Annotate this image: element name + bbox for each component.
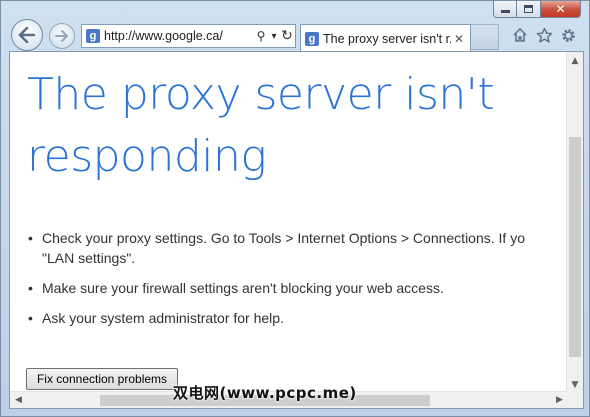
url-text[interactable]: http://www.google.ca/ [104, 29, 253, 43]
vertical-scrollbar[interactable]: ▲ ▼ [566, 52, 583, 393]
address-bar[interactable]: g http://www.google.ca/ ⚲ ▾ ↻ [81, 24, 296, 48]
tab-title: The proxy server isn't r... [323, 31, 451, 46]
bullet-text: Make sure your firewall settings aren't … [42, 280, 444, 296]
forward-button[interactable] [49, 23, 75, 49]
new-tab-button[interactable] [471, 24, 499, 50]
window-controls: ✕ [493, 1, 581, 19]
suggestion-list: Check your proxy settings. Go to Tools >… [27, 228, 567, 338]
page-viewport: The proxy server isn't responding Check … [9, 51, 584, 409]
browser-window: ✕ g http://www.google.ca/ ⚲ ▾ ↻ g The pr… [0, 0, 590, 417]
google-favicon-icon: g [305, 31, 319, 46]
list-item: Make sure your firewall settings aren't … [27, 278, 567, 298]
fix-connection-problems-button[interactable]: Fix connection problems [26, 368, 178, 390]
list-item: Ask your system administrator for help. [27, 308, 567, 328]
list-item: Check your proxy settings. Go to Tools >… [27, 228, 567, 268]
settings-gear-icon[interactable] [559, 26, 577, 44]
search-icon[interactable]: ⚲ [253, 26, 269, 46]
maximize-button[interactable] [517, 1, 541, 18]
maximize-icon [524, 5, 533, 13]
toolbar-icons [511, 26, 577, 44]
forward-arrow-icon [55, 30, 68, 42]
back-arrow-icon [18, 27, 36, 43]
close-icon: ✕ [555, 2, 566, 16]
favorites-star-icon[interactable] [535, 26, 553, 44]
tab-close-icon[interactable]: ✕ [451, 32, 467, 46]
scroll-up-icon[interactable]: ▲ [567, 52, 583, 69]
bullet-text: Check your proxy settings. Go to Tools >… [42, 230, 525, 246]
scrollbar-corner [566, 391, 583, 408]
scroll-left-icon[interactable]: ◀ [10, 392, 27, 408]
vertical-scroll-thumb[interactable] [569, 137, 581, 357]
minimize-icon [500, 10, 510, 13]
close-window-button[interactable]: ✕ [541, 1, 581, 18]
tab-active[interactable]: g The proxy server isn't r... ✕ [300, 24, 471, 52]
refresh-icon[interactable]: ↻ [279, 26, 295, 46]
home-icon[interactable] [511, 26, 529, 44]
bullet-text-continued: "LAN settings". [42, 250, 136, 266]
watermark-text: 双电网(www.pcpc.me) [173, 384, 357, 402]
minimize-button[interactable] [493, 1, 517, 18]
google-favicon-icon: g [86, 29, 100, 43]
chevron-down-icon[interactable]: ▾ [269, 26, 279, 46]
page-title: The proxy server isn't responding [27, 69, 495, 182]
bullet-text: Ask your system administrator for help. [42, 310, 284, 326]
back-button[interactable] [11, 19, 43, 51]
